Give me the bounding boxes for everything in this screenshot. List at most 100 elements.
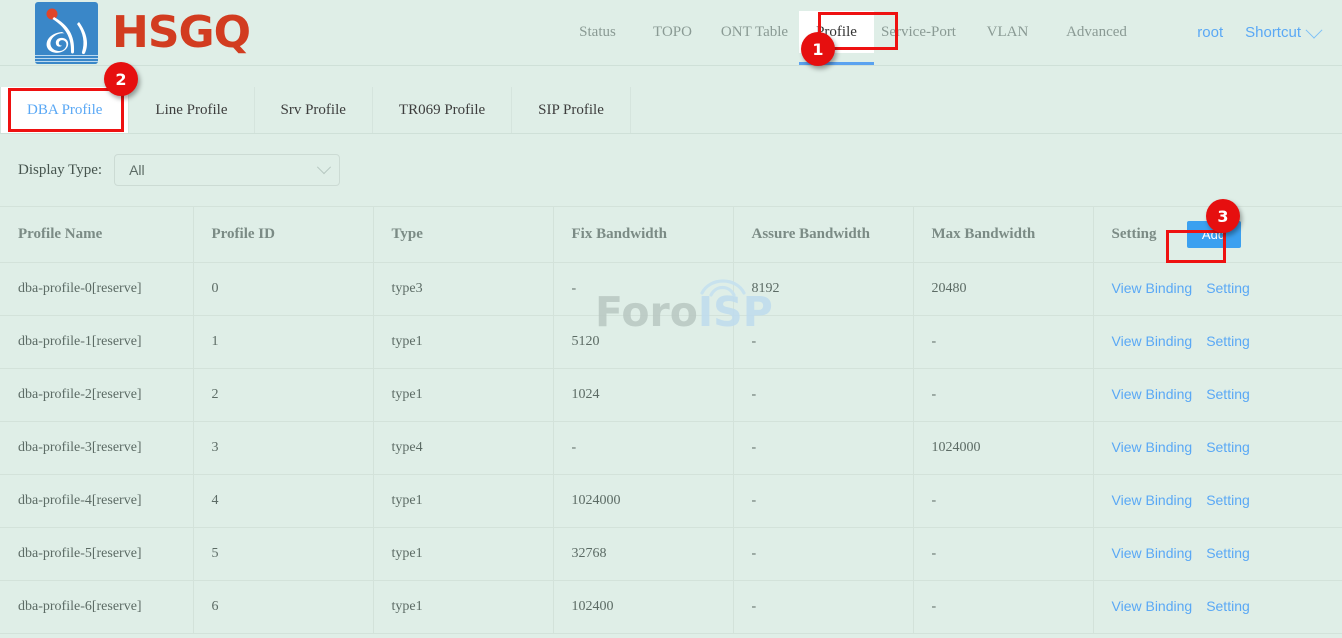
table-header-row: Profile Name Profile ID Type Fix Bandwid… (0, 207, 1342, 262)
table-row: dba-profile-2[reserve]2type11024--View B… (0, 368, 1342, 421)
nav-label: Advanced (1066, 25, 1127, 40)
table-row: dba-profile-5[reserve]5type132768--View … (0, 527, 1342, 580)
chevron-down-icon (1306, 21, 1323, 38)
annotation-badge-2: 2 (104, 62, 138, 96)
cell-profile-id: 5 (193, 527, 373, 580)
cell-assure-bandwidth: 8192 (733, 262, 913, 315)
setting-link[interactable]: Setting (1206, 333, 1250, 349)
table-row: dba-profile-1[reserve]1type15120--View B… (0, 315, 1342, 368)
cell-profile-name: dba-profile-2[reserve] (0, 368, 193, 421)
cell-type: type4 (373, 421, 553, 474)
cell-actions: View Binding Setting (1093, 368, 1342, 421)
cell-max-bandwidth: - (913, 527, 1093, 580)
cell-profile-name: dba-profile-4[reserve] (0, 474, 193, 527)
subtab-line-profile[interactable]: Line Profile (129, 87, 254, 133)
chevron-down-icon (317, 160, 331, 174)
cell-actions: View Binding Setting (1093, 580, 1342, 633)
table-head: Profile Name Profile ID Type Fix Bandwid… (0, 207, 1342, 262)
subtab-tr069-profile[interactable]: TR069 Profile (373, 87, 512, 133)
cell-actions: View Binding Setting (1093, 421, 1342, 474)
cell-max-bandwidth: - (913, 474, 1093, 527)
subtab-label: Srv Profile (281, 102, 346, 119)
cell-fix-bandwidth: 102400 (553, 580, 733, 633)
nav-item-status[interactable]: Status (560, 0, 635, 65)
table-row: dba-profile-0[reserve]0type3-819220480Vi… (0, 262, 1342, 315)
user-menu-root[interactable]: root (1197, 24, 1223, 41)
table-row: dba-profile-4[reserve]4type11024000--Vie… (0, 474, 1342, 527)
subtab-dba-profile[interactable]: DBA Profile (0, 87, 129, 133)
nav-item-advanced[interactable]: Advanced (1052, 0, 1141, 65)
subtab-sip-profile[interactable]: SIP Profile (512, 87, 631, 133)
cell-profile-name: dba-profile-5[reserve] (0, 527, 193, 580)
setting-link[interactable]: Setting (1206, 492, 1250, 508)
annotation-badge-1: 1 (801, 32, 835, 66)
brand-name: HSGQ (112, 11, 250, 55)
setting-link[interactable]: Setting (1206, 386, 1250, 402)
table-body: dba-profile-0[reserve]0type3-819220480Vi… (0, 262, 1342, 633)
cell-assure-bandwidth: - (733, 474, 913, 527)
shortcut-menu[interactable]: Shortcut (1245, 24, 1320, 41)
view-binding-link[interactable]: View Binding (1112, 492, 1193, 508)
nav-label: TOPO (653, 25, 692, 40)
cell-type: type1 (373, 580, 553, 633)
profile-subtabs: DBA Profile Line Profile Srv Profile TR0… (0, 87, 631, 133)
view-binding-link[interactable]: View Binding (1112, 386, 1193, 402)
cell-assure-bandwidth: - (733, 368, 913, 421)
cell-fix-bandwidth: - (553, 421, 733, 474)
setting-link[interactable]: Setting (1206, 280, 1250, 296)
cell-fix-bandwidth: 1024 (553, 368, 733, 421)
cell-type: type1 (373, 474, 553, 527)
setting-link[interactable]: Setting (1206, 439, 1250, 455)
col-header-max-bandwidth: Max Bandwidth (913, 207, 1093, 262)
view-binding-link[interactable]: View Binding (1112, 333, 1193, 349)
cell-profile-id: 1 (193, 315, 373, 368)
dba-profile-table-wrap: Profile Name Profile ID Type Fix Bandwid… (0, 206, 1342, 634)
nav-label: Status (579, 25, 616, 40)
subtab-srv-profile[interactable]: Srv Profile (255, 87, 373, 133)
cell-profile-id: 4 (193, 474, 373, 527)
cell-assure-bandwidth: - (733, 580, 913, 633)
view-binding-link[interactable]: View Binding (1112, 545, 1193, 561)
setting-link[interactable]: Setting (1206, 545, 1250, 561)
col-header-assure-bandwidth: Assure Bandwidth (733, 207, 913, 262)
nav-item-ont-table[interactable]: ONT Table (710, 0, 799, 65)
view-binding-link[interactable]: View Binding (1112, 280, 1193, 296)
hsgq-wave-logo-icon (35, 2, 98, 64)
logo-stripes (35, 55, 98, 64)
cell-type: type1 (373, 315, 553, 368)
app-header: HSGQ Status TOPO ONT Table Profile Servi… (0, 0, 1342, 66)
cell-type: type1 (373, 368, 553, 421)
col-header-fix-bandwidth: Fix Bandwidth (553, 207, 733, 262)
cell-fix-bandwidth: 32768 (553, 527, 733, 580)
subtab-label: DBA Profile (27, 102, 102, 119)
subtab-label: SIP Profile (538, 102, 604, 119)
header-right-tools: root Shortcut (1197, 0, 1320, 65)
cell-actions: View Binding Setting (1093, 315, 1342, 368)
cell-max-bandwidth: - (913, 580, 1093, 633)
cell-assure-bandwidth: - (733, 421, 913, 474)
cell-actions: View Binding Setting (1093, 262, 1342, 315)
view-binding-link[interactable]: View Binding (1112, 598, 1193, 614)
nav-label: ONT Table (721, 25, 788, 40)
cell-max-bandwidth: - (913, 315, 1093, 368)
nav-item-service-port[interactable]: Service-Port (874, 0, 963, 65)
cell-assure-bandwidth: - (733, 315, 913, 368)
shortcut-label: Shortcut (1245, 24, 1301, 41)
col-header-profile-id: Profile ID (193, 207, 373, 262)
display-type-select[interactable]: All (114, 154, 340, 186)
cell-actions: View Binding Setting (1093, 527, 1342, 580)
cell-fix-bandwidth: - (553, 262, 733, 315)
cell-profile-name: dba-profile-0[reserve] (0, 262, 193, 315)
cell-max-bandwidth: - (913, 368, 1093, 421)
view-binding-link[interactable]: View Binding (1112, 439, 1193, 455)
col-header-setting-label: Setting (1112, 226, 1157, 243)
dba-profile-table: Profile Name Profile ID Type Fix Bandwid… (0, 207, 1342, 634)
cell-profile-name: dba-profile-3[reserve] (0, 421, 193, 474)
setting-link[interactable]: Setting (1206, 598, 1250, 614)
nav-item-vlan[interactable]: VLAN (963, 0, 1052, 65)
cell-profile-id: 3 (193, 421, 373, 474)
nav-item-topo[interactable]: TOPO (635, 0, 710, 65)
cell-actions: View Binding Setting (1093, 474, 1342, 527)
main-nav: Status TOPO ONT Table Profile Service-Po… (560, 0, 1141, 65)
filter-row: Display Type: All (0, 134, 1342, 206)
